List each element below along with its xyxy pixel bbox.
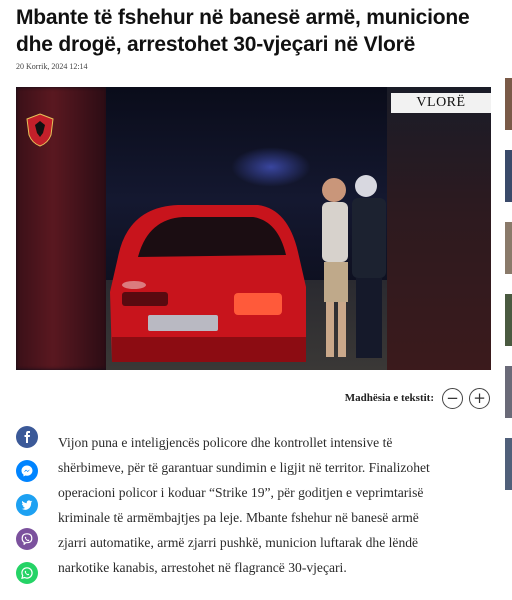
whatsapp-share-button[interactable] [16,562,38,584]
related-thumbnail[interactable] [505,78,512,130]
hero-police-light [231,147,311,187]
related-thumbnail[interactable] [505,438,512,490]
twitter-icon [21,500,33,510]
related-thumbnail[interactable] [505,222,512,274]
article-date: 20 Korrik, 2024 12:14 [16,62,88,71]
facebook-share-button[interactable] [16,426,38,448]
red-car-graphic [110,205,306,362]
hero-blur-right [387,87,491,370]
decrease-text-size-button[interactable]: − [442,387,463,409]
text-size-control: Madhësia e tekstit: − + [345,386,490,410]
related-articles-sidebar[interactable] [505,0,512,600]
facebook-icon [24,431,30,443]
related-thumbnail[interactable] [505,150,512,202]
officers-graphic [322,175,386,358]
messenger-icon [21,465,33,477]
messenger-share-button[interactable] [16,460,38,482]
article-headline: Mbante të fshehur në banesë armë, munici… [16,6,470,56]
location-tag: VLORË [391,93,491,113]
article-hero-image[interactable]: VLORË [16,87,491,370]
text-size-label: Madhësia e tekstit: [344,392,434,404]
viber-share-button[interactable] [16,528,38,550]
share-bar [16,426,40,596]
viber-icon [21,533,33,545]
article-body: Vijon puna e inteligjencës policore dhe … [58,435,430,575]
twitter-share-button[interactable] [16,494,38,516]
increase-text-size-button[interactable]: + [469,387,490,409]
related-thumbnail[interactable] [505,366,512,418]
related-thumbnail[interactable] [505,294,512,346]
whatsapp-icon [21,567,33,579]
police-emblem-icon [26,113,54,147]
